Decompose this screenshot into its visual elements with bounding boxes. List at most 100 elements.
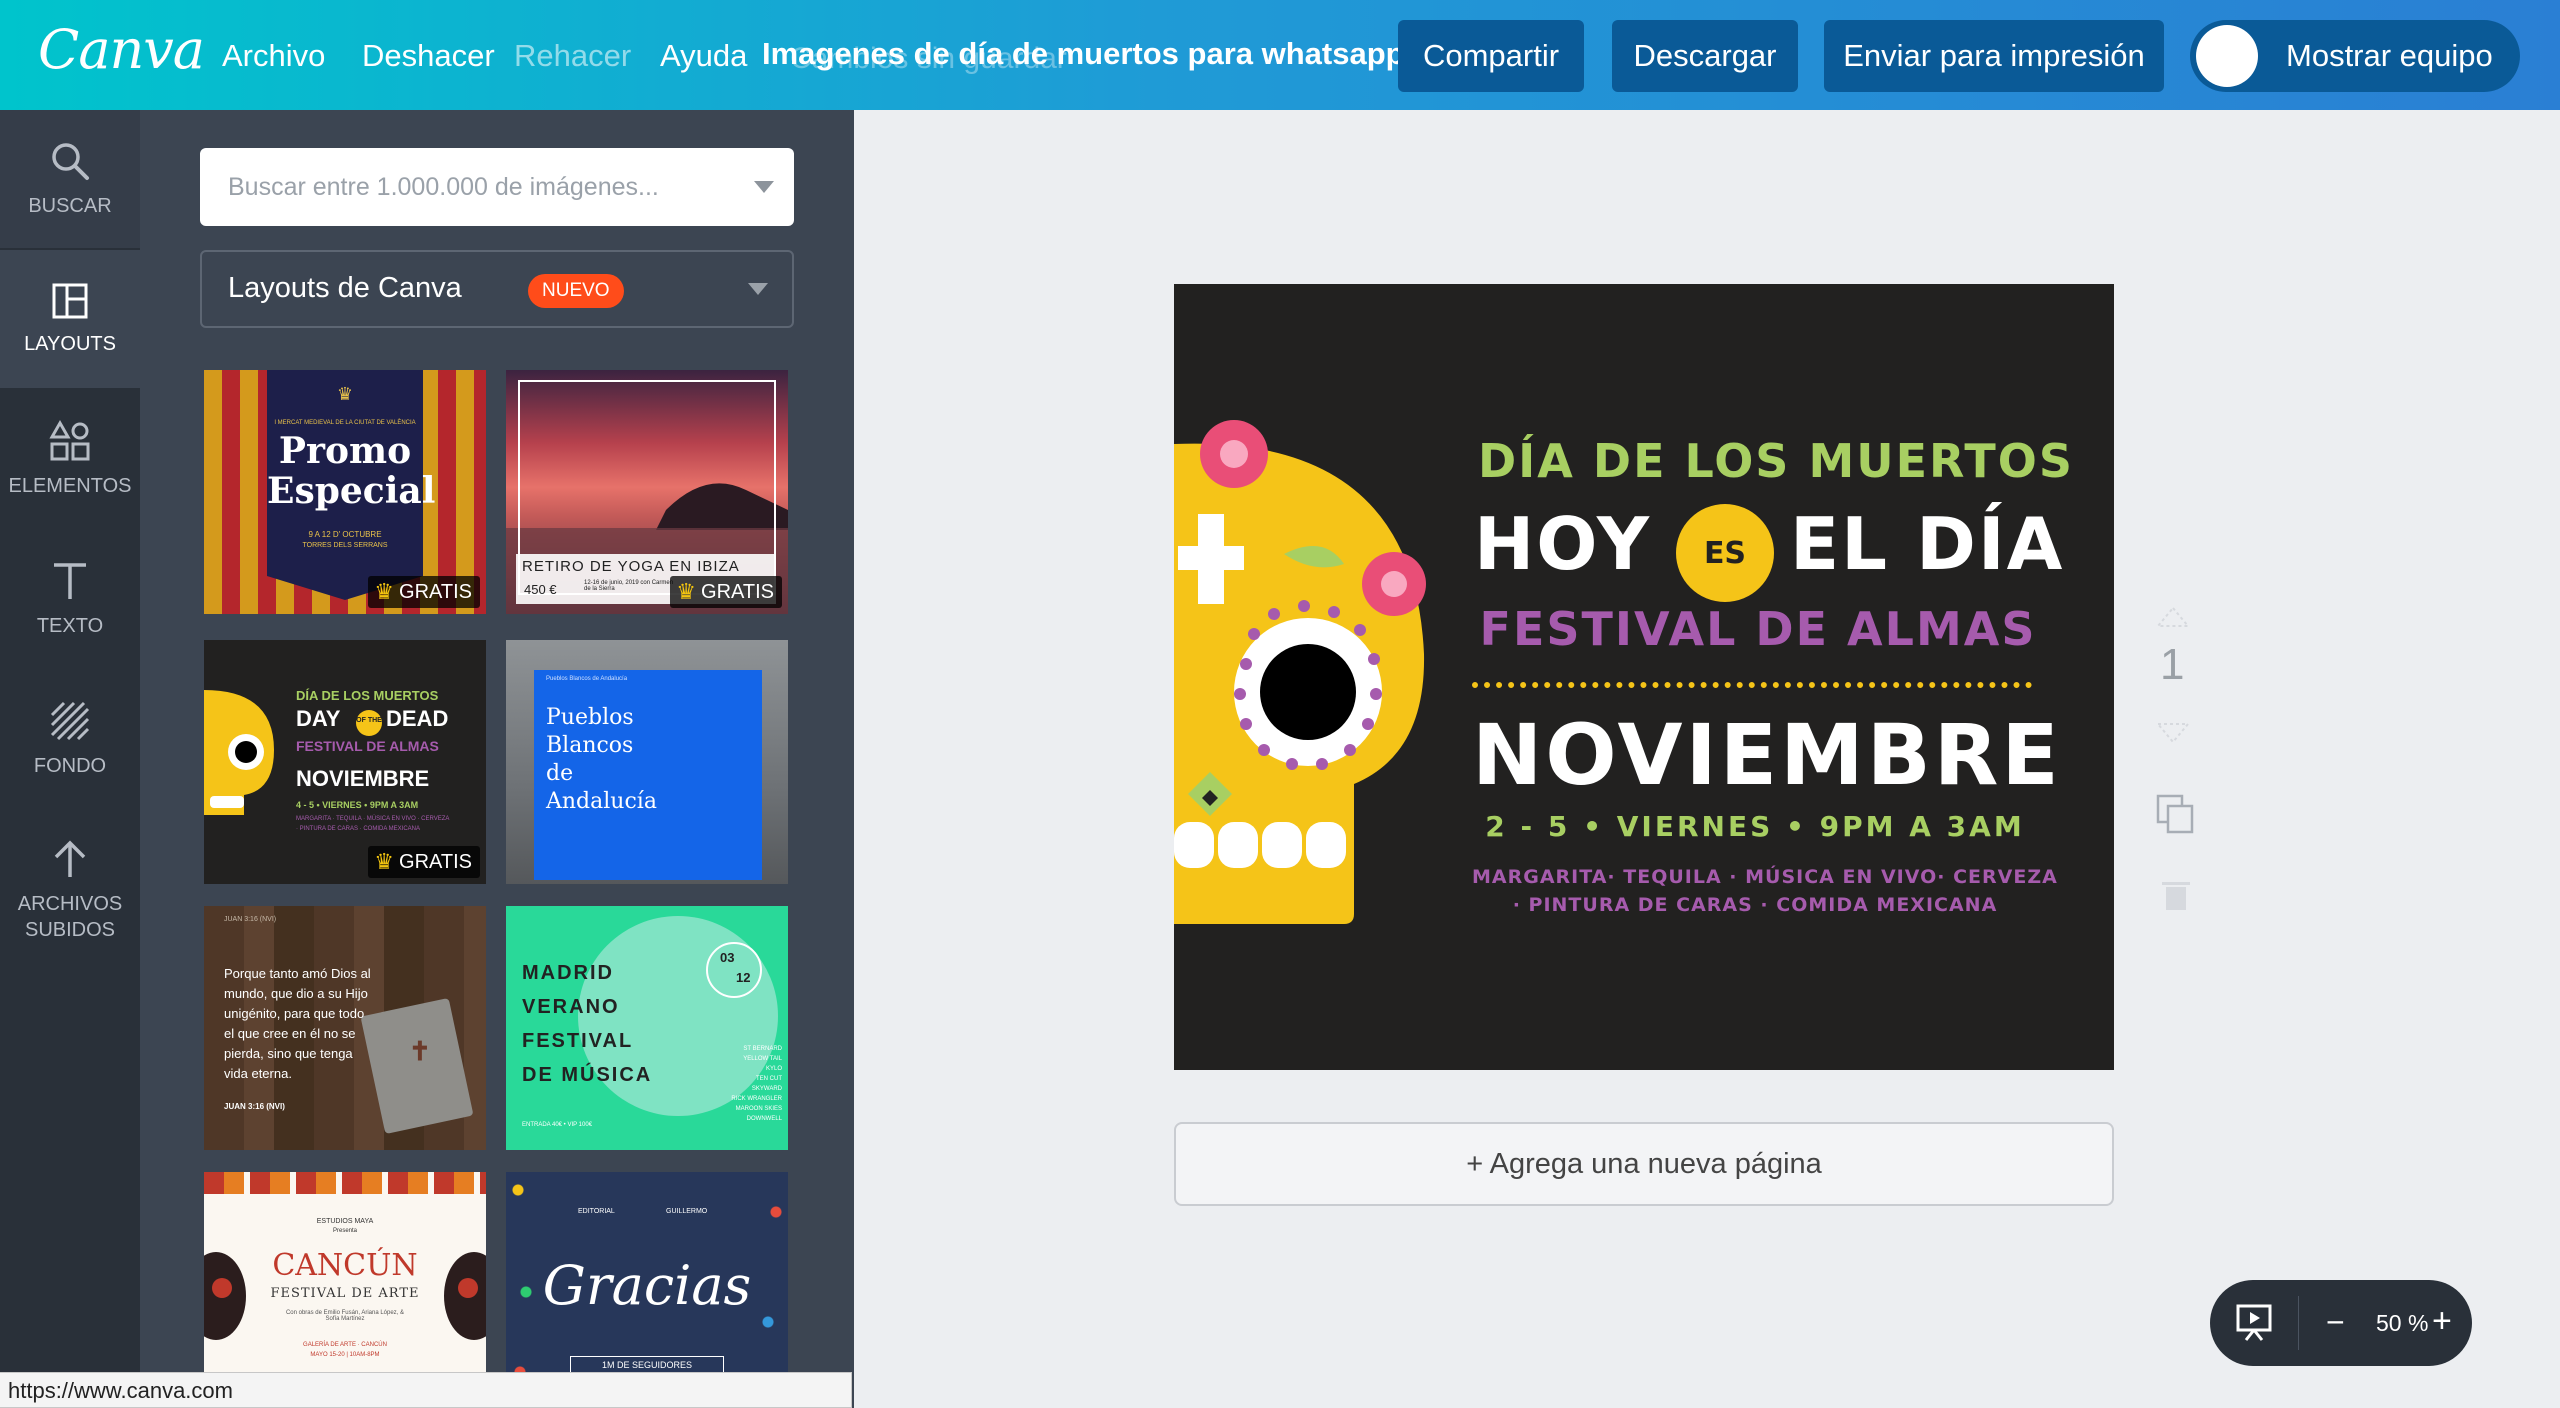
layout-thumbnail-juan-3-16[interactable]: ✝ JUAN 3:16 (NVI) Porque tanto amó Dios … [204,906,486,1150]
yoga-price: 450 € [524,582,557,597]
yoga-title: RETIRO DE YOGA EN IBIZA [522,558,740,575]
t7-subtitle: FESTIVAL DE ARTE [270,1286,420,1301]
search-input[interactable] [200,148,740,226]
floral-border [204,1172,486,1194]
document-title[interactable]: Imagenes de día de muertos para whatsapp [762,36,1405,72]
chevron-down-icon [748,283,768,295]
status-bar-url: https://www.canva.com [0,1372,852,1408]
t3-day: DAY [296,706,341,731]
t5-cite: JUAN 3:16 (NVI) [224,1102,285,1111]
lineup-item: MAROON SKIES [735,1106,782,1112]
nav-label-archivos-subidos: ARCHIVOS SUBIDOS [17,893,123,941]
sugar-skull-illustration [1174,420,1426,924]
layout-thumbnail-day-of-the-dead[interactable]: DÍA DE LOS MUERTOS DAY OF THE DEAD FESTI… [204,640,486,884]
nav-label-buscar: BUSCAR [28,195,112,217]
lineup-item: SKYWARD [751,1086,782,1092]
t3-line6: MARGARITA · TEQUILA · MÚSICA EN VIVO · C… [296,816,450,822]
nav-item-layouts[interactable]: LAYOUTS [0,250,140,388]
design-hoy[interactable]: HOY [1474,502,1651,586]
menu-archivo[interactable]: Archivo [222,38,325,74]
nav-item-archivos-subidos[interactable]: ARCHIVOS SUBIDOS [0,810,140,970]
lineup-item: KYLO [765,1066,782,1072]
sugar-skull-illustration [204,690,274,815]
design-details[interactable]: 2 - 5 • VIERNES • 9PM A 3AM [1472,810,2038,843]
team-avatar [2196,25,2258,87]
print-button[interactable]: Enviar para impresión [1824,20,2164,92]
t6-lineup: ST BERNARD YELLOW TAIL KYLO TEN CUT SKYW… [716,1044,782,1124]
t8-top-right: GUILLERMO [666,1208,708,1215]
t6-line-4: DE MÚSICA [522,1064,653,1086]
page-up-icon[interactable] [2156,606,2190,628]
t7-top: ESTUDIOS MAYA [316,1218,374,1225]
layout-select-label: Layouts de Canva [228,272,462,304]
presentation-icon[interactable] [2234,1302,2274,1344]
menu-deshacer[interactable]: Deshacer [362,38,495,74]
download-button[interactable]: Descargar [1612,20,1798,92]
chevron-down-icon[interactable] [754,181,774,193]
add-page-button[interactable]: + Agrega una nueva página [1174,1122,2114,1206]
duplicate-page-icon[interactable] [2156,794,2196,836]
design-month[interactable]: NOVIEMBRE [1472,706,2059,804]
promo-title-2: Especial [267,470,436,512]
canva-logo[interactable]: Canva [38,18,205,81]
layout-thumbnail-promo-especial[interactable]: ♛ I MERCAT MEDIEVAL DE LA CIUTAT DE VALÈ… [204,370,486,614]
layout-thumbnail-retiro-yoga[interactable]: RETIRO DE YOGA EN IBIZA 450 € 12-16 de j… [506,370,788,614]
crown-icon: ♛ [336,384,354,404]
nav-label-layouts: LAYOUTS [24,333,116,355]
page-down-icon[interactable] [2156,722,2190,744]
promo-title-1: Promo [278,430,412,472]
cross-icon: ✝ [409,1036,431,1066]
t4-header: Pueblos Blancos de Andalucía [546,676,628,682]
nav-label-elementos: ELEMENTOS [8,475,132,497]
share-button[interactable]: Compartir [1398,20,1584,92]
lineup-item: YELLOW TAIL [743,1056,782,1062]
t8-title: Gracias [542,1254,752,1317]
design-line3[interactable]: FESTIVAL DE ALMAS [1478,602,2038,656]
design-line1[interactable]: DÍA DE LOS MUERTOS [1478,434,2072,488]
t8-top-left: EDITORIAL [578,1208,615,1215]
design-el-dia[interactable]: EL DÍA [1790,502,2064,586]
zoom-out-button[interactable]: − [2326,1304,2345,1341]
promo-date: 9 A 12 D' OCTUBRE [308,530,382,539]
layout-source-select[interactable]: Layouts de Canva NUEVO [200,250,794,328]
crown-icon: ♛ [374,849,395,874]
nav-item-texto[interactable]: TEXTO [0,530,140,668]
show-team-button[interactable]: Mostrar equipo [2190,20,2520,92]
zoom-level[interactable]: 50 % [2376,1310,2428,1337]
t7-venue: GALERÍA DE ARTE · CANCÚN [303,1342,387,1348]
t5-ref: JUAN 3:16 (NVI) [224,916,277,923]
delete-page-icon[interactable] [2160,876,2192,912]
t5-quote: Porque tanto amó Dios al mundo, que dio … [224,966,371,1081]
new-badge: NUEVO [528,274,624,308]
left-nav: BUSCAR LAYOUTS ELEMENTOS TEXTO FONDO ARC… [0,110,140,1408]
nav-item-fondo[interactable]: FONDO [0,670,140,808]
design-canvas[interactable]: DÍA DE LOS MUERTOS HOY ES EL DÍA FESTIVA… [1174,284,2114,1070]
t3-line5: 4 - 5 • VIERNES • 9PM A 3AM [296,800,419,810]
t7-title: CANCÚN [272,1248,418,1283]
menu-ayuda[interactable]: Ayuda [660,38,747,74]
zoom-in-button[interactable]: + [2432,1302,2452,1341]
nav-item-buscar[interactable]: BUSCAR [0,110,140,248]
design-extras-2[interactable]: · PINTURA DE CARAS · COMIDA MEXICANA [1472,894,2038,916]
crown-icon: ♛ [676,579,697,604]
search-icon [52,143,89,180]
t3-line1: DÍA DE LOS MUERTOS [296,688,439,703]
crown-icon: ♛ [374,579,395,604]
layout-thumbnail-madrid-verano[interactable]: 03 12 MADRID VERANO FESTIVAL DE MÚSICA S… [506,906,788,1150]
t7-sub: Presenta [332,1228,357,1234]
design-es[interactable]: ES [1676,536,1774,571]
yoga-info: 12-16 de junio, 2019 con Carmen de la Si… [584,580,674,592]
layouts-icon [52,283,88,319]
elements-icon [49,419,90,461]
design-extras-1[interactable]: MARGARITA· TEQUILA · MÚSICA EN VIVO· CER… [1472,866,2057,888]
nav-item-elementos[interactable]: ELEMENTOS [0,390,140,528]
layout-thumbnail-pueblos-blancos[interactable]: Pueblos Blancos de Andalucía Pueblos Bla… [506,640,788,884]
background-icon [50,701,90,741]
free-badge: ♛ GRATIS [670,576,782,608]
top-bar: Canva Archivo Deshacer Rehacer Ayuda Cam… [0,0,2560,110]
nav-label-fondo: FONDO [33,755,107,777]
t7-dates: MAYO 15-20 | 10AM-8PM [310,1352,380,1358]
layouts-panel: Layouts de Canva NUEVO ♛ I MERCAT MEDIEV… [140,110,854,1408]
menu-rehacer[interactable]: Rehacer [514,38,631,74]
free-label: GRATIS [399,580,472,603]
